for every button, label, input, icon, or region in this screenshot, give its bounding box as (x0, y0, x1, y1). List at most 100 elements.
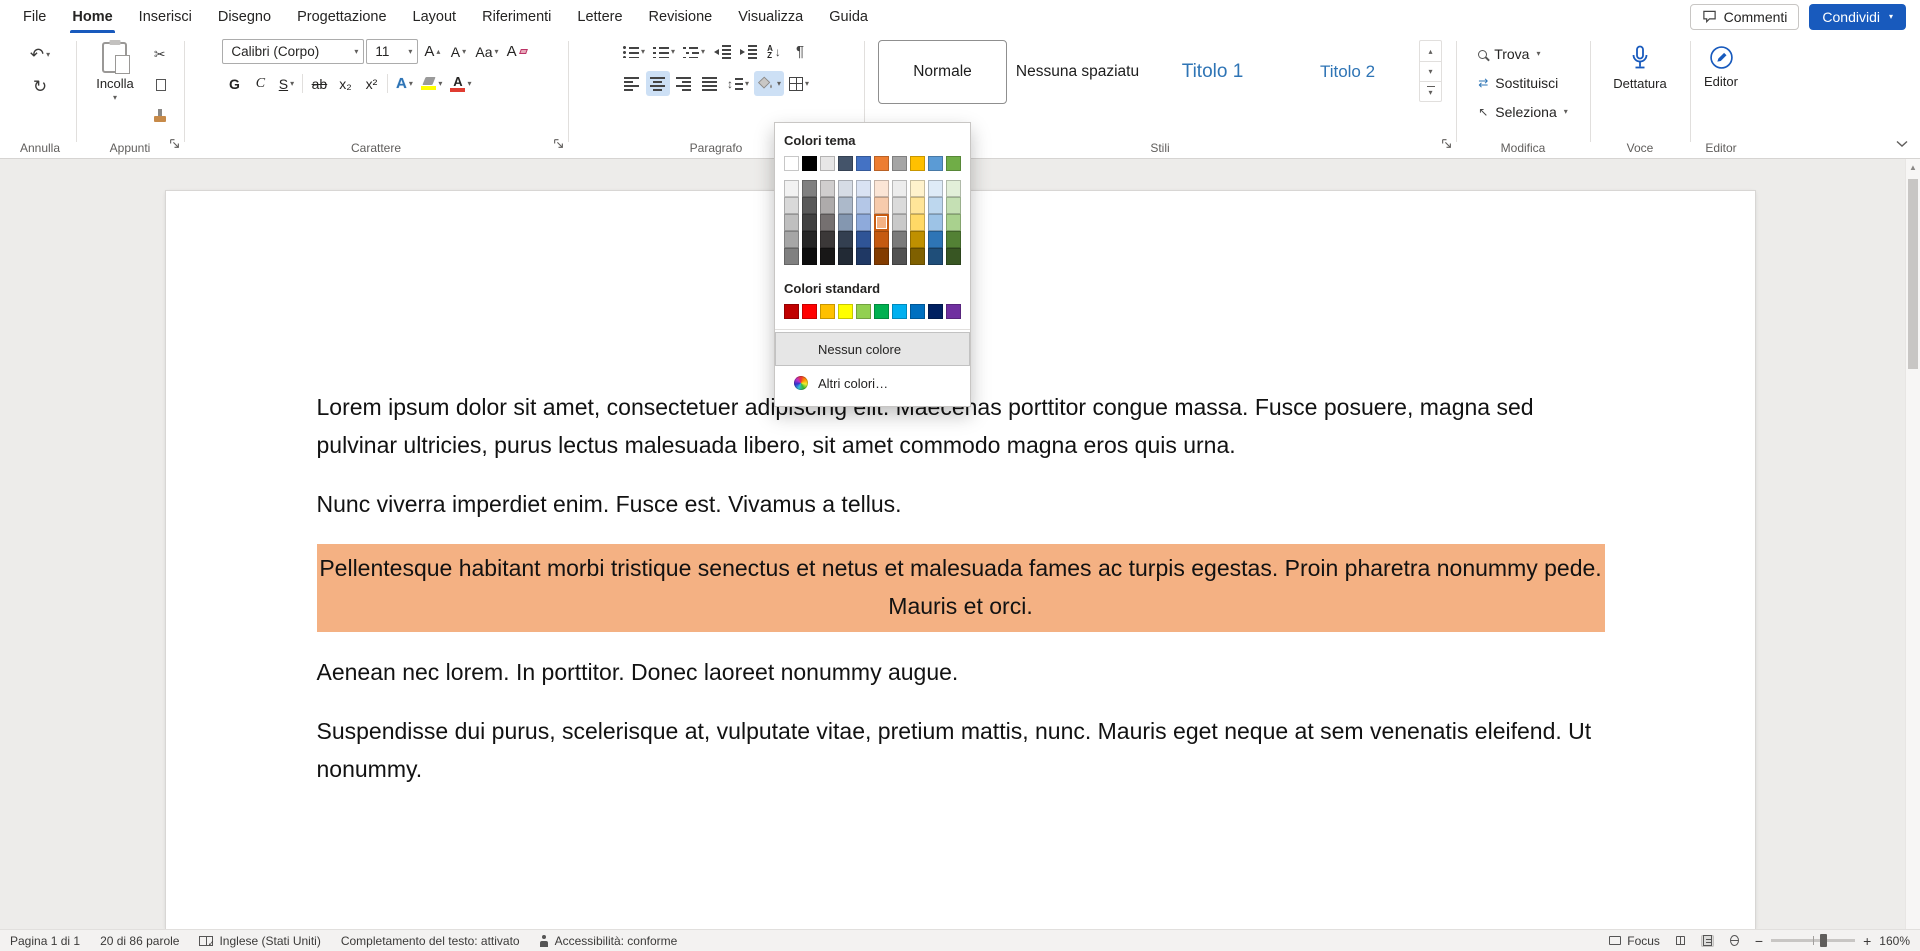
text-prediction-status[interactable]: Completamento del testo: attivato (341, 934, 520, 948)
theme-variant-swatch[interactable] (820, 180, 835, 197)
theme-variant-swatch[interactable] (892, 231, 907, 248)
theme-color-swatch[interactable] (874, 156, 889, 171)
theme-variant-swatch[interactable] (910, 197, 925, 214)
numbering-button[interactable]: ▾ (650, 39, 678, 64)
theme-variant-swatch[interactable] (856, 231, 871, 248)
tab-lettere[interactable]: Lettere (564, 0, 635, 33)
format-painter-button[interactable] (148, 103, 172, 128)
font-size-select[interactable]: 11 ▾ (366, 39, 418, 64)
theme-variant-swatch[interactable] (874, 248, 889, 265)
theme-variant-swatch[interactable] (820, 197, 835, 214)
style-normale[interactable]: Normale (878, 40, 1007, 104)
font-color-button[interactable]: A ▾ (447, 71, 474, 96)
theme-variant-swatch[interactable] (838, 248, 853, 265)
strikethrough-button[interactable]: ab (307, 71, 331, 96)
theme-variant-swatch[interactable] (784, 248, 799, 265)
justify-button[interactable] (698, 71, 722, 96)
standard-color-swatch[interactable] (928, 304, 943, 319)
italic-button[interactable]: C (248, 71, 272, 96)
theme-color-swatch[interactable] (802, 156, 817, 171)
theme-color-swatch[interactable] (856, 156, 871, 171)
focus-toggle[interactable]: Focus (1609, 934, 1660, 948)
standard-color-swatch[interactable] (946, 304, 961, 319)
standard-color-swatch[interactable] (820, 304, 835, 319)
theme-variant-swatch[interactable] (910, 180, 925, 197)
theme-variant-swatch[interactable] (946, 214, 961, 231)
highlight-button[interactable]: ▾ (418, 71, 445, 96)
theme-variant-swatch[interactable] (874, 214, 889, 231)
theme-variant-swatch[interactable] (856, 180, 871, 197)
share-button[interactable]: Condividi ▾ (1809, 4, 1906, 30)
theme-variant-swatch[interactable] (784, 180, 799, 197)
standard-color-swatch[interactable] (874, 304, 889, 319)
theme-variant-swatch[interactable] (802, 231, 817, 248)
line-spacing-button[interactable]: ↕▾ (724, 71, 752, 96)
standard-color-swatch[interactable] (892, 304, 907, 319)
theme-variant-swatch[interactable] (892, 197, 907, 214)
theme-variant-swatch[interactable] (820, 248, 835, 265)
standard-color-swatch[interactable] (910, 304, 925, 319)
underline-button[interactable]: S▾ (274, 71, 298, 96)
theme-variant-swatch[interactable] (784, 197, 799, 214)
dialog-launcher-carattere[interactable] (553, 136, 564, 154)
scroll-thumb[interactable] (1908, 179, 1918, 369)
theme-variant-swatch[interactable] (802, 197, 817, 214)
multilevel-list-button[interactable]: ▾ (680, 39, 708, 64)
standard-color-swatch[interactable] (784, 304, 799, 319)
read-mode-button[interactable] (1674, 935, 1687, 947)
tab-guida[interactable]: Guida (816, 0, 881, 33)
standard-color-swatch[interactable] (802, 304, 817, 319)
dialog-launcher-stili[interactable] (1441, 136, 1452, 154)
paragraph[interactable]: Aenean nec lorem. In porttitor. Donec la… (317, 653, 1605, 691)
style-titolo-1[interactable]: Titolo 1 (1148, 40, 1277, 104)
editor-button[interactable]: Editor (1694, 39, 1748, 95)
cut-button[interactable]: ✂ (148, 41, 172, 66)
grow-font-button[interactable]: A▴ (420, 39, 444, 64)
find-button[interactable]: Trova▾ (1472, 42, 1546, 66)
select-button[interactable]: ↖Seleziona▾ (1472, 100, 1574, 124)
theme-color-swatch[interactable] (928, 156, 943, 171)
bullets-button[interactable]: ▾ (620, 39, 648, 64)
theme-color-swatch[interactable] (892, 156, 907, 171)
theme-variant-swatch[interactable] (892, 214, 907, 231)
collapse-ribbon-button[interactable] (1896, 135, 1908, 153)
web-layout-button[interactable] (1728, 935, 1741, 947)
align-left-button[interactable] (620, 71, 644, 96)
theme-variant-swatch[interactable] (874, 180, 889, 197)
clear-formatting-button[interactable]: A (504, 39, 530, 64)
styles-scroll-up[interactable]: ▴ (1420, 41, 1441, 61)
language-status[interactable]: Inglese (Stati Uniti) (199, 934, 320, 948)
superscript-button[interactable]: x² (359, 71, 383, 96)
theme-variant-swatch[interactable] (784, 214, 799, 231)
theme-variant-swatch[interactable] (856, 197, 871, 214)
theme-color-swatch[interactable] (820, 156, 835, 171)
shaded-paragraph[interactable]: Pellentesque habitant morbi tristique se… (317, 544, 1605, 632)
theme-variant-swatch[interactable] (784, 231, 799, 248)
theme-variant-swatch[interactable] (910, 231, 925, 248)
theme-variant-swatch[interactable] (856, 214, 871, 231)
status-page-number[interactable]: Pagina 1 di 1 (10, 934, 80, 948)
tab-visualizza[interactable]: Visualizza (725, 0, 816, 33)
tab-home[interactable]: Home (59, 0, 125, 33)
dialog-launcher-appunti[interactable] (169, 136, 180, 154)
theme-variant-swatch[interactable] (946, 248, 961, 265)
theme-variant-swatch[interactable] (820, 214, 835, 231)
theme-variant-swatch[interactable] (874, 231, 889, 248)
theme-variant-swatch[interactable] (946, 231, 961, 248)
theme-color-swatch[interactable] (784, 156, 799, 171)
theme-color-swatch[interactable] (946, 156, 961, 171)
change-case-button[interactable]: Aa▾ (472, 39, 501, 64)
theme-variant-swatch[interactable] (946, 180, 961, 197)
theme-color-swatch[interactable] (838, 156, 853, 171)
dictate-button[interactable]: Dettatura (1603, 39, 1676, 97)
borders-button[interactable]: ▾ (786, 71, 812, 96)
accessibility-status[interactable]: Accessibilità: conforme (540, 934, 678, 948)
zoom-level[interactable]: 160% (1879, 934, 1910, 948)
zoom-in-button[interactable]: + (1863, 934, 1871, 948)
zoom-slider-thumb[interactable] (1820, 934, 1827, 947)
print-layout-button[interactable] (1701, 935, 1714, 947)
tab-inserisci[interactable]: Inserisci (126, 0, 205, 33)
style-nessuna-spaziatura[interactable]: Nessuna spaziatu (1013, 40, 1142, 104)
decrease-indent-button[interactable] (710, 39, 734, 64)
theme-variant-swatch[interactable] (838, 180, 853, 197)
